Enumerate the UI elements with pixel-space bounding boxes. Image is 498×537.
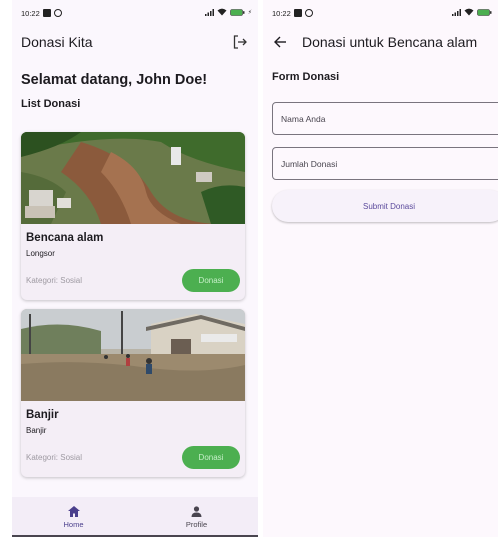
section-title: List Donasi bbox=[21, 98, 81, 110]
notification-icon bbox=[42, 9, 51, 17]
signal-icon bbox=[452, 8, 461, 16]
donation-card[interactable]: Banjir Banjir Kategori: Sosial Donasi bbox=[21, 309, 245, 477]
card-category: Kategori: Sosial bbox=[26, 453, 83, 462]
donate-button[interactable]: Donasi bbox=[182, 269, 240, 292]
submit-button[interactable]: Submit Donasi bbox=[272, 190, 498, 222]
battery-icon bbox=[229, 8, 245, 16]
form-title: Form Donasi bbox=[272, 71, 340, 83]
person-icon bbox=[191, 505, 202, 517]
app-bar: Donasi untuk Bencana alam bbox=[263, 26, 498, 58]
home-screen: 10:22 ⚡ Donasi Kita Selamat datang, John… bbox=[12, 0, 258, 537]
status-time: 10:22 bbox=[272, 8, 291, 18]
page-title: Donasi untuk Bencana alam bbox=[302, 34, 478, 50]
name-field[interactable]: Nama Anda bbox=[272, 102, 498, 135]
donation-card[interactable]: Bencana alam Longsor Kategori: Sosial Do… bbox=[21, 132, 245, 300]
donation-form-screen: 10:22 Donasi untuk Bencana alam Form Don… bbox=[263, 0, 498, 537]
logout-icon[interactable] bbox=[232, 34, 248, 50]
status-bar: 10:22 ⚡ bbox=[12, 0, 258, 26]
status-time: 10:22 bbox=[21, 8, 40, 18]
welcome-heading: Selamat datang, John Doe! bbox=[21, 72, 208, 88]
donate-button[interactable]: Donasi bbox=[182, 446, 240, 469]
card-subtitle: Banjir bbox=[26, 426, 47, 435]
nav-home-label: Home bbox=[63, 519, 84, 529]
amount-field[interactable]: Jumlah Donasi bbox=[272, 147, 498, 180]
flood-photo bbox=[21, 309, 245, 401]
sync-icon bbox=[304, 9, 313, 17]
wifi-icon bbox=[464, 8, 474, 16]
signal-icon bbox=[204, 8, 214, 16]
card-subtitle: Longsor bbox=[26, 249, 55, 258]
nav-profile-label: Profile bbox=[185, 519, 208, 529]
back-arrow-icon[interactable] bbox=[272, 34, 288, 50]
landslide-photo bbox=[21, 132, 245, 224]
wifi-icon bbox=[217, 8, 227, 16]
battery-icon bbox=[477, 8, 492, 16]
card-title: Banjir bbox=[26, 409, 59, 421]
charging-icon: ⚡ bbox=[247, 9, 252, 16]
sync-icon bbox=[53, 9, 62, 17]
status-bar: 10:22 bbox=[263, 0, 498, 26]
bottom-navigation: Home Profile bbox=[12, 497, 258, 537]
app-title: Donasi Kita bbox=[21, 34, 93, 50]
notification-icon bbox=[293, 9, 302, 17]
nav-profile[interactable]: Profile bbox=[135, 497, 258, 537]
home-icon bbox=[67, 505, 80, 517]
app-bar: Donasi Kita bbox=[12, 26, 258, 58]
nav-home[interactable]: Home bbox=[12, 497, 135, 537]
card-category: Kategori: Sosial bbox=[26, 276, 83, 285]
card-title: Bencana alam bbox=[26, 232, 104, 244]
